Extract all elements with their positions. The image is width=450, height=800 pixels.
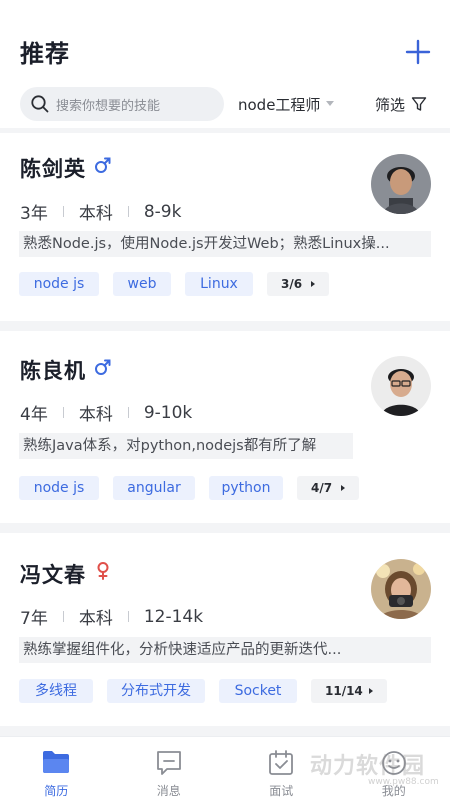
filter-button[interactable]: 筛选 [375,94,427,114]
divider [127,206,129,217]
arrow-right-icon [311,281,315,287]
candidate-name: 冯文春 [20,563,86,587]
skill-tag: Linux [185,272,253,296]
arrow-right-icon [341,485,345,491]
tag-count: 4/7 [311,481,333,495]
skill-tag: python [209,476,283,500]
experience: 7年 [20,609,48,629]
divider [62,206,64,217]
tag-count: 11/14 [325,684,363,698]
divider [127,611,129,622]
experience: 3年 [20,204,48,224]
folder-icon [43,751,70,773]
skill-tags: node js angular python 4/7 [19,476,359,500]
candidate-name: 陈剑英 [20,157,86,181]
tab-label: 消息 [156,784,181,798]
avatar[interactable] [371,154,431,214]
funnel-icon [411,97,427,111]
candidate-description: 熟悉Node.js，使用Node.js开发过Web；熟悉Linux操... [19,231,431,257]
tag-count-button[interactable]: 11/14 [311,679,387,703]
add-button[interactable] [402,36,434,68]
experience: 4年 [20,405,48,425]
divider [62,407,64,418]
watermark: 动力软件园 [310,754,426,779]
male-icon [95,157,111,173]
candidate-description: 熟练掌握组件化，分析快速适应产品的更新迭代... [19,637,431,663]
tag-count-button[interactable]: 4/7 [297,476,359,500]
salary: 8-9k [143,201,182,222]
watermark-url: www.pw88.com [368,777,439,787]
skill-tag: node js [19,476,99,500]
tab-label: 面试 [269,784,294,798]
search-input[interactable]: 搜索你想要的技能 [20,87,224,121]
skill-tag: node js [19,272,99,296]
job-filter-dropdown[interactable]: node工程师 [238,94,335,114]
calendar-check-icon [269,750,294,775]
candidate-description: 熟练Java体系，对python,nodejs都有所了解 [19,433,353,459]
candidate-name: 陈良机 [20,359,86,383]
divider [127,407,129,418]
divider [62,611,64,622]
skill-tags: 多线程 分布式开发 Socket 11/14 [19,679,387,703]
male-icon [95,359,111,375]
search-placeholder: 搜索你想要的技能 [56,98,161,114]
top-header: 推荐 搜索你想要的技能 node工程师 筛选 [0,0,450,128]
tag-count-button[interactable]: 3/6 [267,272,329,296]
search-icon [31,95,49,113]
education: 本科 [78,405,113,425]
education: 本科 [78,609,113,629]
tag-count: 3/6 [281,277,303,291]
salary: 12-14k [143,606,204,627]
candidate-card[interactable]: 陈良机 4年 本科 9-10k 熟练Java体系，对python,nodejs都… [0,331,450,523]
tab-label: 简历 [44,784,69,798]
candidate-meta: 7年 本科 12-14k [20,604,204,630]
candidate-card[interactable]: 冯文春 7年 本科 12-14k 熟练掌握组件化，分析快速适应产品的更新迭代..… [0,533,450,726]
skill-tag: 分布式开发 [107,679,205,703]
candidate-meta: 4年 本科 9-10k [20,400,193,426]
message-icon [156,751,181,775]
arrow-right-icon [369,688,373,694]
tab-resume[interactable]: 简历 [0,737,113,800]
skill-tags: node js web Linux 3/6 [19,272,329,296]
avatar[interactable] [371,559,431,619]
avatar[interactable] [371,356,431,416]
skill-tag: angular [113,476,195,500]
education: 本科 [78,204,113,224]
candidate-card[interactable]: 陈剑英 3年 本科 8-9k 熟悉Node.js，使用Node.js开发过Web… [0,133,450,321]
page-title: 推荐 [20,40,70,68]
female-icon [97,562,109,580]
job-filter-label: node工程师 [238,95,321,114]
skill-tag: web [113,272,171,296]
skill-tag: Socket [219,679,297,703]
plus-icon [405,39,431,65]
candidate-meta: 3年 本科 8-9k [20,199,182,225]
skill-tag: 多线程 [19,679,93,703]
filter-label: 筛选 [375,95,406,114]
caret-down-icon [326,101,335,106]
salary: 9-10k [143,402,193,423]
tab-messages[interactable]: 消息 [113,737,226,800]
